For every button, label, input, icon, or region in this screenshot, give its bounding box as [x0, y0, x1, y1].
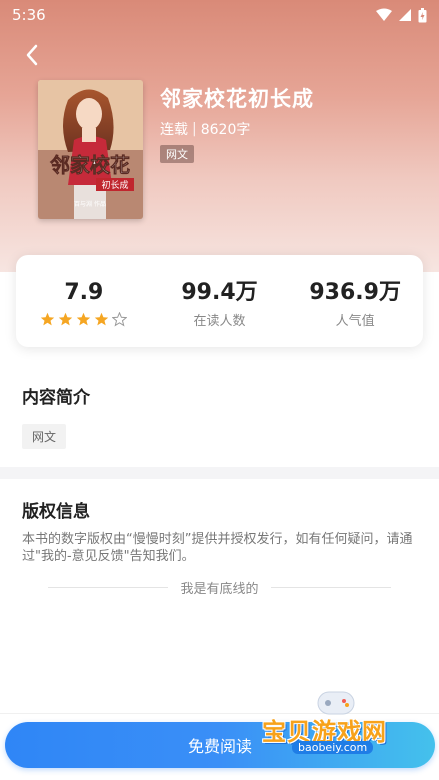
readers-stat: 99.4万 在读人数: [152, 255, 288, 347]
battery-icon: [418, 7, 427, 22]
stats-card: 7.9 99.4万 在读人数 936.9万 人气值: [16, 255, 423, 347]
readers-label: 在读人数: [193, 314, 246, 329]
book-status: 连载: [160, 122, 188, 138]
end-rule-right: [270, 587, 391, 588]
chevron-left-icon: [26, 44, 38, 66]
end-rule-left: [48, 587, 169, 588]
intro-tag[interactable]: 网文: [22, 424, 67, 449]
book-title: 邻家校花初长成: [160, 87, 314, 111]
book-cover[interactable]: 邻家校花 初长成 百与淵 作品: [38, 80, 143, 219]
status-time: 5:36: [12, 6, 46, 24]
popularity-label: 人气值: [335, 314, 375, 329]
end-line-text: 我是有底线的: [180, 582, 259, 597]
genre-tag[interactable]: 网文: [160, 145, 194, 163]
star-filled-icon: [77, 312, 91, 326]
signal-icon: [399, 9, 411, 21]
rating-stat: 7.9: [16, 255, 152, 347]
wifi-icon: [376, 8, 392, 21]
footer-divider: [0, 713, 439, 714]
meta-separator: |: [192, 121, 197, 137]
readers-value: 99.4万: [181, 280, 258, 305]
cover-illustration: 邻家校花 初长成 百与淵 作品: [38, 80, 143, 219]
end-of-list: 我是有底线的: [0, 578, 439, 597]
star-filled-icon: [59, 312, 73, 326]
popularity-stat: 936.9万 人气值: [287, 255, 423, 347]
rating-value: 7.9: [64, 280, 104, 305]
star-empty-icon: [112, 312, 128, 327]
cover-title: 邻家校花: [50, 153, 130, 177]
status-bar: 5:36: [0, 0, 439, 30]
star-filled-icon: [41, 312, 55, 326]
copyright-text: 本书的数字版权由“慢慢时刻”提供并授权发行，如有任何疑问，请通过"我的-意见反馈…: [22, 532, 413, 564]
cover-author: 百与淵 作品: [74, 200, 106, 208]
book-meta: 连载 | 8620字: [160, 119, 250, 139]
free-read-button[interactable]: 免费阅读: [5, 722, 435, 768]
section-divider: [0, 467, 439, 479]
book-word-count: 8620字: [200, 122, 251, 138]
cover-subtitle: 初长成: [101, 179, 128, 191]
popularity-value: 936.9万: [309, 280, 401, 305]
content-sheet: [0, 272, 439, 780]
intro-title: 内容简介: [22, 388, 90, 408]
rating-stars: [40, 312, 128, 327]
copyright-title: 版权信息: [22, 502, 90, 522]
star-filled-icon: [95, 312, 109, 326]
back-button[interactable]: [18, 40, 46, 70]
